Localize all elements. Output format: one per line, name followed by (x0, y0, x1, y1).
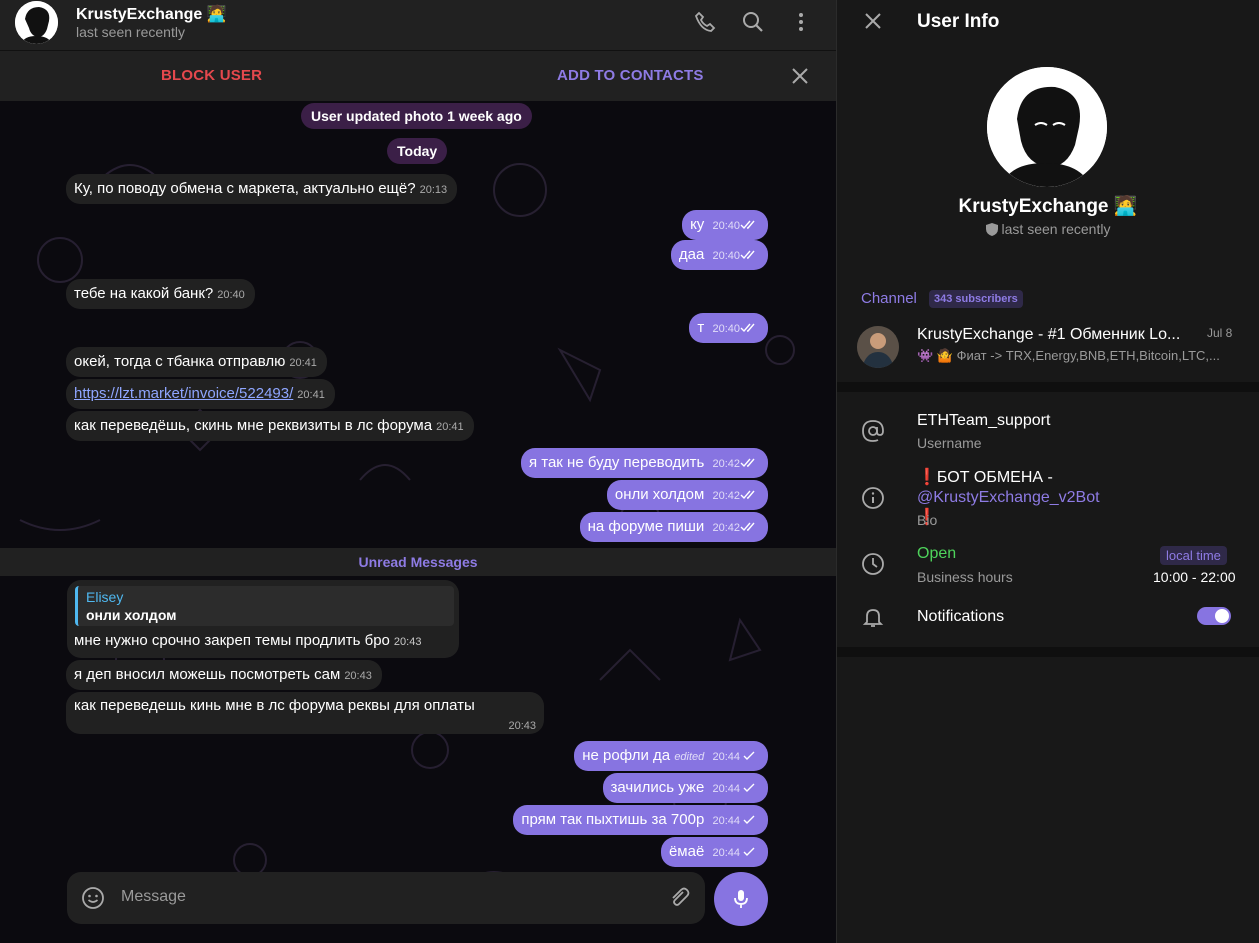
message-outgoing[interactable]: зачились уже 20:44 (602, 773, 768, 803)
chat-pane: KrustyExchange 🧑‍💻 last seen recently BL… (0, 0, 836, 943)
reply-quote[interactable]: Elisey онли холдом (75, 586, 454, 626)
unread-divider: Unread Messages (0, 548, 836, 576)
business-hours-value: 10:00 - 22:00 (1153, 569, 1236, 585)
info-icon (862, 487, 884, 509)
add-to-contacts-button[interactable]: ADD TO CONTACTS (557, 67, 704, 84)
message-time: 20:13 (419, 184, 448, 196)
read-check-icon (740, 250, 755, 260)
sent-check-icon (743, 847, 755, 856)
subscribers-badge: 343 subscribers (929, 290, 1023, 308)
channel-name[interactable]: KrustyExchange - #1 Обменник Lo... (917, 326, 1180, 344)
date-pill: Today (387, 138, 448, 164)
chat-title: KrustyExchange 🧑‍💻 (76, 6, 227, 23)
message-outgoing[interactable]: т 20:40 (689, 313, 768, 343)
message-incoming[interactable]: тебе на какой банк? 20:40 (66, 279, 255, 309)
invoice-link[interactable]: https://lzt.market/invoice/522493/ (74, 385, 293, 402)
message-outgoing[interactable]: ёмаё 20:44 (660, 837, 768, 867)
message-incoming[interactable]: https://lzt.market/invoice/522493/20:41 (66, 379, 335, 409)
username-value[interactable]: ETHTeam_support (917, 412, 1050, 430)
message-outgoing[interactable]: не рофли да edited 20:44 (574, 741, 768, 771)
channel-avatar[interactable] (857, 326, 899, 368)
read-check-icon (740, 323, 755, 333)
message-incoming[interactable]: Ку, по поводу обмена с маркета, актуальн… (66, 174, 458, 204)
business-status[interactable]: Open (917, 545, 956, 563)
message-incoming[interactable]: как переведешь кинь мне в лс форума рекв… (66, 692, 544, 734)
chat-header: KrustyExchange 🧑‍💻 last seen recently (0, 0, 836, 51)
notifications-label: Notifications (917, 608, 1005, 625)
clock-icon (862, 553, 884, 575)
attach-icon[interactable] (667, 886, 691, 910)
phone-icon[interactable] (693, 10, 717, 34)
emoji-icon[interactable] (81, 886, 105, 910)
edited-label: edited (674, 751, 705, 763)
message-outgoing[interactable]: онли холдом 20:42 (606, 480, 768, 510)
message-incoming[interactable]: как переведёшь, скинь мне реквизиты в лс… (66, 411, 474, 441)
chat-avatar[interactable] (15, 1, 58, 44)
sent-check-icon (743, 751, 755, 760)
close-icon[interactable] (865, 13, 881, 29)
panel-title: User Info (917, 11, 1000, 32)
message-input[interactable]: Message (121, 888, 186, 906)
block-user-button[interactable]: BLOCK USER (161, 67, 262, 84)
section-separator (837, 647, 1259, 657)
panel-empty-area (837, 657, 1259, 943)
service-message: User updated photo 1 week ago (301, 103, 532, 129)
message-outgoing[interactable]: прям так пыхтишь за 700р 20:44 (513, 805, 768, 835)
microphone-icon (734, 890, 748, 908)
read-check-icon (740, 522, 755, 532)
message-incoming-reply[interactable]: Elisey онли холдом мне нужно срочно закр… (67, 580, 459, 658)
message-outgoing[interactable]: на форуме пиши 20:42 (579, 512, 768, 542)
message-composer: Message (67, 872, 705, 924)
voice-record-button[interactable] (714, 872, 768, 926)
reply-author: Elisey (86, 589, 124, 605)
message-incoming[interactable]: я деп вносил можешь посмотреть сам 20:43 (66, 660, 382, 690)
bio-value[interactable]: ❗БОТ ОБМЕНА - @KrustyExchange_v2Bot ❗ (917, 468, 1237, 528)
username-label: Username (917, 435, 982, 451)
message-outgoing[interactable]: ку 20:40 (682, 210, 768, 240)
user-info-panel: User Info KrustyExchange 🧑‍💻 last seen r… (837, 0, 1259, 943)
read-check-icon (740, 490, 755, 500)
search-icon[interactable] (741, 10, 765, 34)
message-outgoing[interactable]: я так не буду переводить 20:42 (520, 448, 768, 478)
business-hours-label: Business hours (917, 569, 1013, 585)
bell-icon (862, 609, 884, 627)
channel-label: Channel (861, 290, 917, 307)
profile-avatar[interactable] (987, 67, 1107, 187)
bot-mention-link[interactable]: @KrustyExchange_v2Bot (917, 489, 1100, 506)
contact-action-bar: BLOCK USER ADD TO CONTACTS (0, 51, 836, 101)
close-icon[interactable] (791, 67, 809, 85)
channel-date: Jul 8 (1207, 326, 1233, 340)
read-check-icon (740, 220, 755, 230)
message-incoming[interactable]: окей, тогда с тбанка отправлю 20:41 (66, 347, 327, 377)
chat-status: last seen recently (76, 24, 185, 40)
bio-label: Bio (917, 512, 938, 528)
sent-check-icon (743, 815, 755, 824)
section-separator (837, 382, 1259, 392)
notifications-toggle[interactable] (1197, 607, 1231, 625)
message-outgoing[interactable]: даа 20:40 (670, 240, 768, 270)
read-check-icon (740, 458, 755, 468)
profile-status: last seen recently (837, 221, 1259, 237)
reply-text: мне нужно срочно закреп темы продлить бр… (74, 632, 390, 649)
more-icon[interactable] (789, 10, 813, 34)
toggle-knob (1214, 608, 1230, 624)
local-time-badge[interactable]: local time (1160, 546, 1227, 565)
at-sign-icon (862, 420, 884, 442)
profile-name: KrustyExchange 🧑‍💻 (958, 196, 1138, 217)
channel-last-message: 👾 🤷 Фиат -> TRX,Energy,BNB,ETH,Bitcoin,L… (917, 348, 1220, 363)
reply-quote-text: онли холдом (86, 607, 177, 623)
sent-check-icon (743, 783, 755, 792)
privacy-shield-icon (985, 223, 998, 236)
